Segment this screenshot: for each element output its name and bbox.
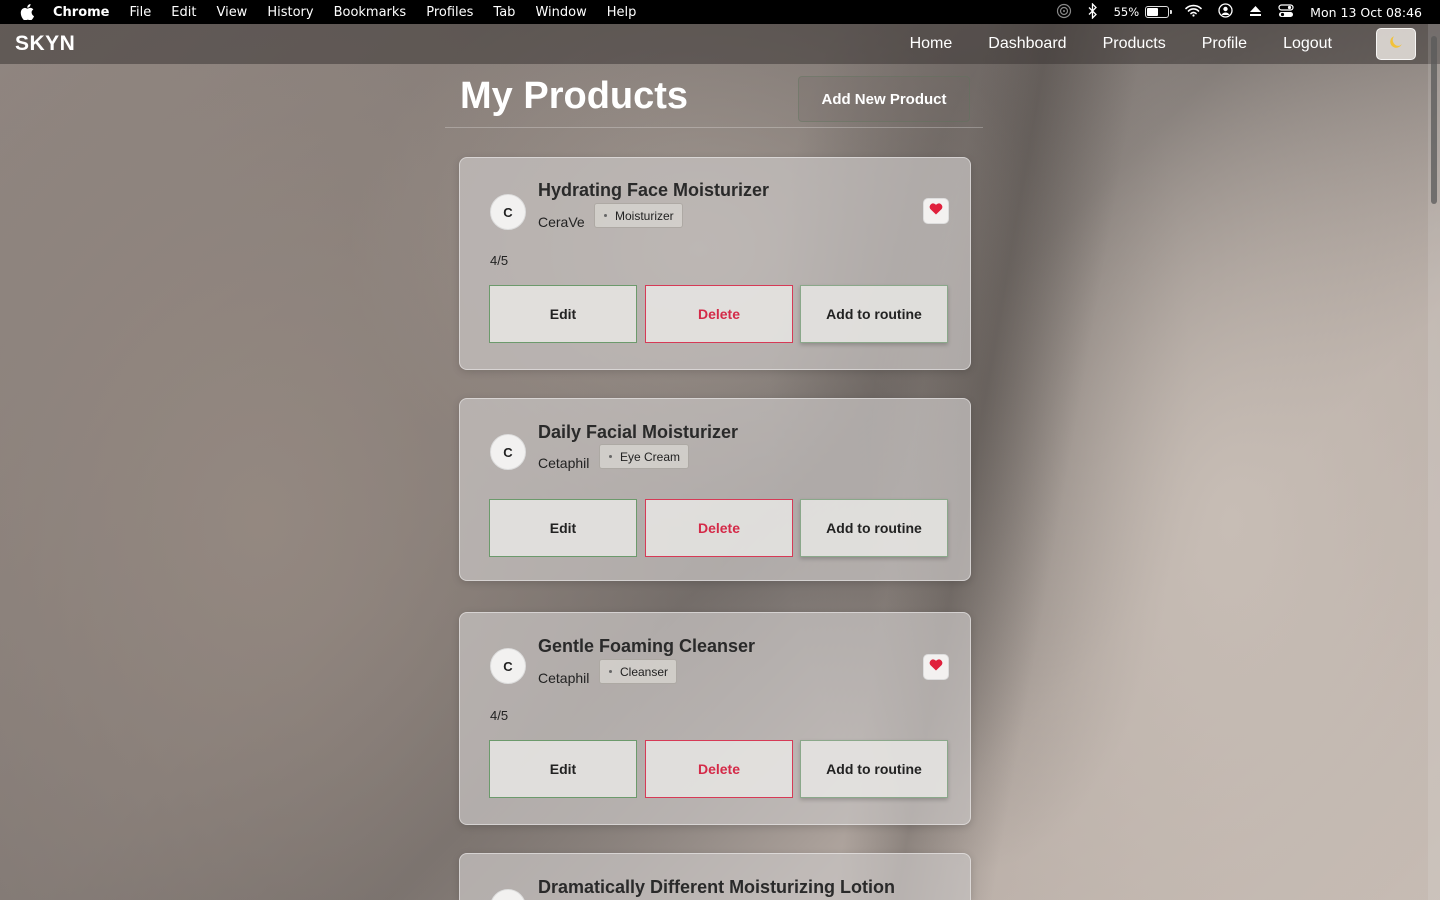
scrollbar-thumb[interactable] [1431,36,1437,204]
category-label: Eye Cream [620,449,681,464]
nav-profile[interactable]: Profile [1202,35,1247,53]
heart-icon [929,658,943,676]
product-name: Dramatically Different Moisturizing Loti… [538,877,896,897]
apple-icon[interactable] [18,0,36,24]
tag-dot-icon [609,670,612,673]
add-to-routine-button[interactable]: Add to routine [800,499,948,557]
airdrop-icon[interactable] [1056,3,1072,22]
category-label: Moisturizer [615,208,674,223]
add-to-routine-button[interactable]: Add to routine [800,285,948,343]
tag-dot-icon [604,214,607,217]
brand-avatar: C [490,889,526,900]
heart-icon [929,202,943,220]
menu-history[interactable]: History [267,5,313,20]
macos-menu-bar: Chrome File Edit View History Bookmarks … [0,0,1440,24]
delete-button[interactable]: Delete [645,740,793,798]
menu-help[interactable]: Help [607,5,637,20]
app-navbar: SKYN Home Dashboard Products Profile Log… [0,24,1440,64]
battery-status[interactable]: 55% [1113,5,1173,19]
user-account-icon[interactable] [1218,3,1233,21]
add-to-routine-button[interactable]: Add to routine [800,740,948,798]
edit-button[interactable]: Edit [489,285,637,343]
nav-logout[interactable]: Logout [1283,35,1332,53]
product-brand: Cetaphil [538,455,590,471]
brand-avatar: C [490,194,526,230]
product-name: Gentle Foaming Cleanser [538,636,756,656]
add-new-product-button[interactable]: Add New Product [798,76,970,122]
moon-icon [1388,34,1404,55]
edit-button[interactable]: Edit [489,740,637,798]
product-rating: 4/5 [490,253,509,268]
eject-icon[interactable] [1249,5,1262,20]
product-name: Hydrating Face Moisturizer [538,180,770,200]
page-title: My Products [460,75,689,117]
bluetooth-icon[interactable] [1088,1,1098,22]
menu-file[interactable]: File [130,5,152,20]
battery-percent: 55% [1113,5,1140,19]
control-center-icon[interactable] [1278,3,1294,21]
nav-home[interactable]: Home [910,35,953,53]
product-card: C Hydrating Face Moisturizer CeraVe Mois… [459,157,971,370]
menu-window[interactable]: Window [535,5,586,20]
category-tag: Eye Cream [599,444,690,469]
header-divider [445,127,983,128]
product-brand: CeraVe [538,214,585,230]
product-brand: Cetaphil [538,670,590,686]
brand-avatar: C [490,434,526,470]
category-tag: Moisturizer [594,203,683,228]
delete-button[interactable]: Delete [645,285,793,343]
menu-bookmarks[interactable]: Bookmarks [334,5,407,20]
product-rating: 4/5 [490,708,509,723]
menu-profiles[interactable]: Profiles [426,5,473,20]
menu-chrome[interactable]: Chrome [53,5,110,20]
category-tag: Cleanser [599,659,678,684]
delete-button[interactable]: Delete [645,499,793,557]
category-label: Cleanser [620,664,669,679]
menu-edit[interactable]: Edit [171,5,196,20]
favorite-button[interactable] [923,654,949,680]
nav-links: Home Dashboard Products Profile Logout [910,24,1332,64]
battery-icon [1145,6,1173,18]
menu-tab[interactable]: Tab [493,5,515,20]
wifi-icon[interactable] [1185,4,1202,20]
menu-view[interactable]: View [216,5,247,20]
page-scrollbar[interactable] [1428,24,1440,900]
nav-dashboard[interactable]: Dashboard [988,35,1066,53]
favorite-button[interactable] [923,198,949,224]
theme-toggle-button[interactable] [1376,28,1416,60]
edit-button[interactable]: Edit [489,499,637,557]
product-name: Daily Facial Moisturizer [538,422,739,442]
product-card: C Dramatically Different Moisturizing Lo… [459,853,971,900]
brand-logo[interactable]: SKYN [15,32,75,56]
tag-dot-icon [609,455,612,458]
nav-products[interactable]: Products [1103,35,1166,53]
product-card: C Gentle Foaming Cleanser Cetaphil Clean… [459,612,971,825]
product-card: C Daily Facial Moisturizer Cetaphil Eye … [459,398,971,581]
brand-avatar: C [490,648,526,684]
menubar-clock[interactable]: Mon 13 Oct 08:46 [1310,5,1422,20]
